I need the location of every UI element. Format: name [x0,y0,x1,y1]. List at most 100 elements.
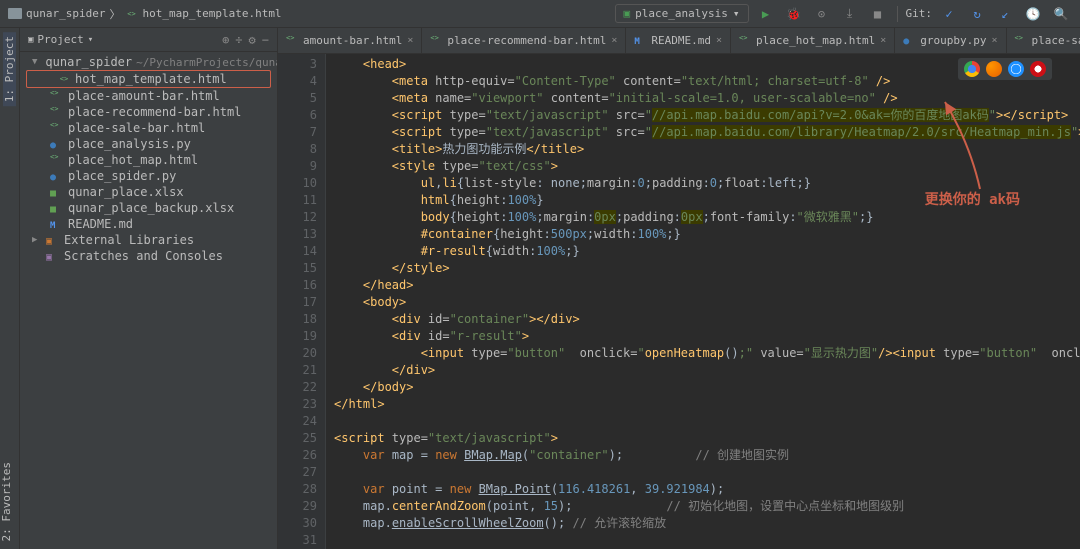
debug-button[interactable]: 🐞 [783,3,805,25]
line-number[interactable]: 5 [282,90,317,107]
line-number[interactable]: 29 [282,498,317,515]
tree-file[interactable]: place-sale-bar.html [20,120,277,136]
line-number[interactable]: 11 [282,192,317,209]
line-number[interactable]: 14 [282,243,317,260]
stop-button[interactable]: ■ [867,3,889,25]
line-number[interactable]: 23 [282,396,317,413]
profile-button[interactable]: ⊙ [811,3,833,25]
tree-root[interactable]: ▼ qunar_spider ~/PycharmProjects/qunar_s… [20,54,277,70]
tree-file[interactable]: README.md [20,216,277,232]
line-number[interactable]: 27 [282,464,317,481]
close-icon[interactable]: × [407,35,413,46]
code-line[interactable] [334,532,1080,549]
line-number[interactable]: 12 [282,209,317,226]
hide-icon[interactable]: − [262,33,269,47]
line-number[interactable]: 16 [282,277,317,294]
code-line[interactable]: #container{height:500px;width:100%;} [334,226,1080,243]
code-line[interactable]: <input type="button" onclick="openHeatma… [334,345,1080,362]
editor-tab[interactable]: place-recommend-bar.html× [422,28,626,53]
git-update-icon[interactable]: ↻ [966,3,988,25]
code-line[interactable] [334,464,1080,481]
target-icon[interactable]: ⊕ [222,33,229,47]
safari-icon[interactable] [1008,61,1024,77]
tree-file[interactable]: place-recommend-bar.html [20,104,277,120]
close-icon[interactable]: × [991,35,997,46]
line-number[interactable]: 31 [282,532,317,549]
run-button[interactable]: ▶ [755,3,777,25]
line-number[interactable]: 3 [282,56,317,73]
tree-file[interactable]: place-amount-bar.html [20,88,277,104]
code-line[interactable]: body{height:100%;margin:0px;padding:0px;… [334,209,1080,226]
code-line[interactable]: <script type="text/javascript"> [334,430,1080,447]
line-number[interactable]: 10 [282,175,317,192]
code-line[interactable]: <script type="text/javascript" src="//ap… [334,107,1080,124]
clock-icon[interactable]: 🕓 [1022,3,1044,25]
opera-icon[interactable] [1030,61,1046,77]
line-number[interactable]: 20 [282,345,317,362]
code-line[interactable]: var map = new BMap.Map("container"); // … [334,447,1080,464]
line-number[interactable]: 7 [282,124,317,141]
code-line[interactable]: </head> [334,277,1080,294]
line-number[interactable]: 17 [282,294,317,311]
line-number[interactable]: 9 [282,158,317,175]
tree-file-hot-map-template[interactable]: hot_map_template.html [27,71,270,87]
tree-file[interactable]: qunar_place.xlsx [20,184,277,200]
line-number[interactable]: 22 [282,379,317,396]
line-number[interactable]: 28 [282,481,317,498]
line-number[interactable]: 25 [282,430,317,447]
code-line[interactable]: <title>热力图功能示例</title> [334,141,1080,158]
line-number[interactable]: 4 [282,73,317,90]
code-line[interactable]: <body> [334,294,1080,311]
code-line[interactable]: <style type="text/css"> [334,158,1080,175]
code-line[interactable]: </style> [334,260,1080,277]
code-line[interactable]: var point = new BMap.Point(116.418261, 3… [334,481,1080,498]
code-line[interactable]: </body> [334,379,1080,396]
close-icon[interactable]: × [611,35,617,46]
code-line[interactable]: <meta name="viewport" content="initial-s… [334,90,1080,107]
line-number[interactable]: 21 [282,362,317,379]
project-title[interactable]: ▣ Project ▾ [28,33,216,46]
line-number[interactable]: 24 [282,413,317,430]
git-commit-icon[interactable]: ✓ [938,3,960,25]
favorites-tab[interactable]: 2: Favorites [0,462,13,541]
project-tab[interactable]: 1: Project [3,32,16,106]
code-line[interactable]: </div> [334,362,1080,379]
run-config-selector[interactable]: ▣ place_analysis ▾ [615,4,749,23]
firefox-icon[interactable] [986,61,1002,77]
git-pull-icon[interactable]: ↙ [994,3,1016,25]
code-line[interactable] [334,413,1080,430]
editor-tab[interactable]: groupby.py× [895,28,1006,53]
search-icon[interactable]: 🔍 [1050,3,1072,25]
code-line[interactable]: #r-result{width:100%;} [334,243,1080,260]
chrome-icon[interactable] [964,61,980,77]
gear-icon[interactable]: ⚙ [249,33,256,47]
tree-file[interactable]: place_spider.py [20,168,277,184]
line-number[interactable]: 6 [282,107,317,124]
code-line[interactable]: map.enableScrollWheelZoom(); // 允许滚轮缩放 [334,515,1080,532]
code-line[interactable]: <script type="text/javascript" src="//ap… [334,124,1080,141]
tree-external-libraries[interactable]: ▶ External Libraries [20,232,277,248]
line-number[interactable]: 15 [282,260,317,277]
editor-tab[interactable]: README.md× [626,28,731,53]
close-icon[interactable]: × [880,35,886,46]
code-line[interactable]: <div id="r-result"> [334,328,1080,345]
tree-file[interactable]: place_hot_map.html [20,152,277,168]
editor-tab[interactable]: place-sale-bar.html× [1007,28,1080,53]
line-number[interactable]: 13 [282,226,317,243]
collapse-icon[interactable]: ÷ [235,33,242,47]
code-line[interactable]: </html> [334,396,1080,413]
line-number[interactable]: 19 [282,328,317,345]
editor-tab[interactable]: place_hot_map.html× [731,28,895,53]
code-area[interactable]: <head> <meta http-equiv="Content-Type" c… [326,54,1080,549]
line-number[interactable]: 26 [282,447,317,464]
line-number[interactable]: 8 [282,141,317,158]
code-line[interactable]: map.centerAndZoom(point, 15); // 初始化地图，设… [334,498,1080,515]
line-number[interactable]: 30 [282,515,317,532]
attach-button[interactable]: ⤓ [839,3,861,25]
breadcrumb-folder[interactable]: qunar_spider [26,7,105,20]
tree-file[interactable]: qunar_place_backup.xlsx [20,200,277,216]
code-line[interactable]: <div id="container"></div> [334,311,1080,328]
line-number[interactable]: 18 [282,311,317,328]
tree-file[interactable]: place_analysis.py [20,136,277,152]
tree-scratches[interactable]: Scratches and Consoles [20,248,277,264]
